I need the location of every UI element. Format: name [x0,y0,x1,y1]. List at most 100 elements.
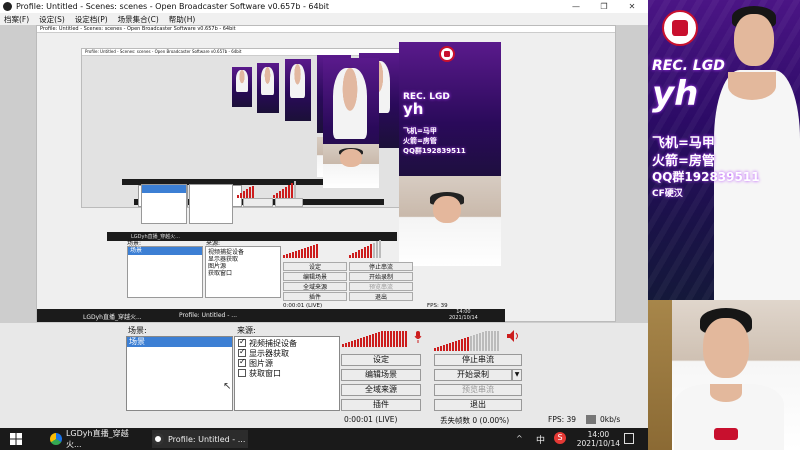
overlay-line1: 飞机=马甲 [652,136,715,151]
recursive-tile [232,67,252,107]
menu-file[interactable]: 档案(F) [4,14,29,25]
window-title: Profile: Untitled - Scenes: scenes - Ope… [16,2,330,11]
scene-item[interactable]: 场景 [127,337,232,347]
source-checkbox[interactable] [238,347,246,357]
scenes-list[interactable]: 场景 [126,336,233,411]
nested-taskbar: LGDyh直播_穿越火... Profile: Untitled - ... 1… [37,309,505,322]
status-bar: 0:00:01 (LIVE) 丢失帧数 0 (0.00%) FPS: 39 0k… [340,414,648,426]
obs-logo-icon [3,2,12,11]
edit-scene-button[interactable]: 编辑场景 [341,369,421,381]
settings-button[interactable]: 设定 [341,354,421,366]
lgd-logo-icon [662,10,698,46]
preview-stream-button[interactable]: 预览串流 [434,384,522,396]
nested-title-2: Profile: Untitled - Scenes: scenes - Ope… [82,49,400,56]
nested-line2: 火箭=房管 [403,137,437,145]
nested-taskbar-clock: 14:00 2021/10/14 [449,309,478,321]
recursive-volume-meter [273,178,296,198]
source-item-image[interactable]: 图片源 [235,357,339,368]
stop-stream-button[interactable]: 停止串流 [434,354,522,366]
team-tag: REC. LGD [652,58,725,74]
close-button[interactable]: ✕ [619,0,645,13]
recursive-volume-meter [237,186,254,198]
menu-scene-collection[interactable]: 场景集合(C) [118,14,159,25]
source-checkbox[interactable] [238,369,246,377]
nested-line3: QQ群192839511 [403,147,466,155]
window-titlebar: Profile: Untitled - Scenes: scenes - Ope… [0,0,648,13]
nested-settings-button: 设定 [283,262,347,271]
taskbar-clock[interactable]: 14:00 2021/10/14 [577,430,620,448]
nested-volume-meter-mic [283,244,318,258]
minimize-button[interactable]: — [563,0,589,13]
nested-taskbar-item-browser: LGDyh直播_穿越火... [83,314,142,321]
sources-list[interactable]: 视频捕捉设备 显示器获取 图片源 获取窗口 [234,336,340,411]
recursive-button [243,198,273,207]
nested-cam [399,176,501,266]
source-checkbox[interactable] [238,357,246,367]
nested-exit-button: 退出 [349,292,413,301]
bitrate-indicator [586,415,596,424]
nested-line1: 飞机=马甲 [403,127,437,135]
source-item-window-capture[interactable]: 获取窗口 [235,368,339,378]
nested-title: Profile: Untitled - Scenes: scenes - Ope… [37,26,615,33]
maximize-button[interactable]: ❐ [591,0,617,13]
menu-profile[interactable]: 设定档(P) [75,14,108,25]
nested-obs-window: Profile: Untitled - Scenes: scenes - Ope… [36,25,616,322]
bitrate-readout: 0kb/s [600,415,621,424]
chrome-icon [50,433,62,445]
recursive-cam [323,144,379,188]
nested-plugins-button: 插件 [283,292,347,301]
overlay-line2: 火箭=房管 [652,154,715,169]
recursive-button [275,198,303,207]
obs-taskbar-icon [152,433,164,445]
webcam-overlay [648,300,800,450]
dropped-frames: 丢失帧数 0 (0.00%) [440,416,510,425]
taskbar-item-browser[interactable]: LGDyh直播_穿越火... [50,429,144,449]
source-item-video-capture[interactable]: 视频捕捉设备 [235,337,339,348]
overlay-line3: QQ群192839511 [652,170,760,184]
mic-icon[interactable] [413,330,423,344]
player-name: yh [652,74,699,114]
tray-chevron-icon[interactable]: ^ [516,434,523,443]
nested-taskbar-item-obs: Profile: Untitled - ... [179,312,238,319]
sources-label: 来源: [237,326,256,335]
windows-taskbar: LGDyh直播_穿越火... Profile: Untitled - ... ^… [0,428,648,450]
cursor-icon: ↖ [223,381,232,392]
stream-banner-overlay: REC. LGD yh 飞机=马甲 火箭=房管 QQ群192839511 CF硬… [648,0,800,300]
recursive-tile [257,63,279,113]
stream-time: 0:00:01 (LIVE) [344,415,398,424]
antivirus-icon[interactable]: S [554,432,566,444]
recursive-scenes-list [141,184,187,224]
scenes-label: 场景: [128,326,147,335]
nested-scenes-list: 场景 [127,246,203,298]
ime-indicator[interactable]: 中 [536,433,545,446]
nested-global-sources-button: 全域来源 [283,282,347,291]
overlay-badge: CF硬汉 [652,189,683,199]
global-sources-button[interactable]: 全域来源 [341,384,421,396]
nested-edit-scene-button: 编辑场景 [283,272,347,281]
plugins-button[interactable]: 插件 [341,399,421,411]
windows-start-icon[interactable] [10,433,22,445]
mic-volume-meter[interactable] [342,331,407,347]
nested-preview-stream-button: 预览串流 [349,282,413,291]
nested-volume-meter-desktop [349,240,381,258]
stream-preview: Profile: Untitled - Scenes: scenes - Ope… [0,25,648,323]
exit-button[interactable]: 退出 [434,399,522,411]
source-item-monitor-capture[interactable]: 显示器获取 [235,347,339,358]
desktop-volume-meter[interactable] [434,331,499,351]
streamer-cam [670,300,790,450]
record-dropdown-button[interactable]: ▼ [512,369,522,381]
start-record-button[interactable]: 开始录制 [434,369,512,381]
recursive-sources-list [189,184,233,224]
speaker-icon[interactable] [506,329,520,343]
taskbar-item-obs[interactable]: Profile: Untitled - ... [152,430,248,448]
menu-settings[interactable]: 设定(S) [39,14,65,25]
nested-sources-list: 视频捕捉设备 显示器获取 图片源 获取窗口 [205,246,281,298]
player-photo [706,0,800,300]
notification-icon[interactable] [624,433,634,444]
nested-banner: REC. LGD yh 飞机=马甲 火箭=房管 QQ群192839511 [399,42,501,190]
nested-stop-stream-button: 停止串流 [349,262,413,271]
menu-bar: 档案(F) 设定(S) 设定档(P) 场景集合(C) 帮助(H) [0,13,648,25]
menu-help[interactable]: 帮助(H) [169,14,196,25]
source-checkbox[interactable] [238,337,246,347]
nested-start-record-button: 开始录制 [349,272,413,281]
